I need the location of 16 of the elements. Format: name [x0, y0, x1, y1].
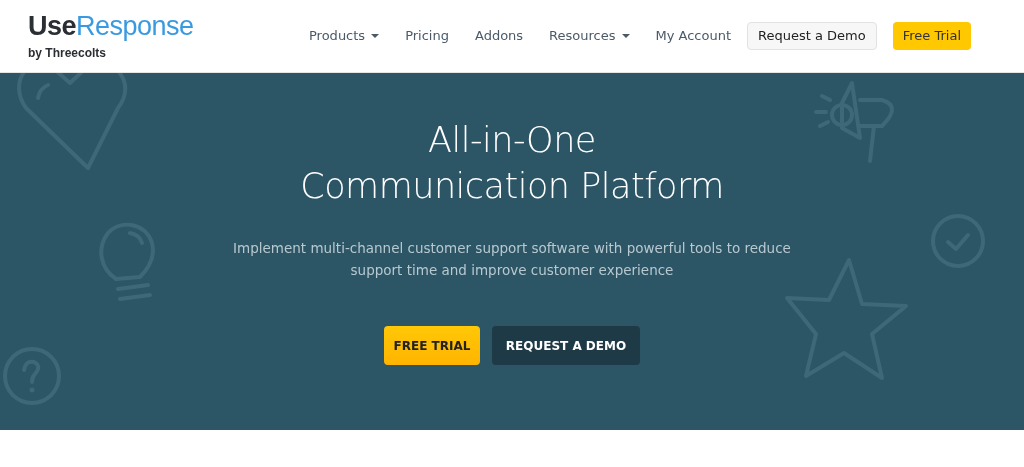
demo-button[interactable]: Request a Demo [747, 22, 877, 50]
nav-link[interactable]: Pricing [405, 26, 449, 46]
nav-link[interactable]: My Account [655, 26, 732, 46]
nav-link[interactable]: Products [309, 26, 380, 46]
caret-icon [621, 34, 630, 38]
hero-title: Communication Platform [300, 165, 724, 208]
hero-title: All-in-One [428, 119, 596, 162]
hero-subtitle: Implement multi-channel customer support software with powerful tools to reduce support time and improve customer experience [232, 239, 792, 280]
nav-link[interactable]: Addons [474, 26, 524, 46]
nav-link[interactable]: Resources [549, 26, 630, 46]
demo-button[interactable]: REQUEST A DEMO [492, 326, 640, 365]
free-trial-button[interactable]: Free Trial [892, 22, 971, 50]
logo-tagline: by Threecolts [28, 44, 108, 62]
free-trial-button[interactable]: FREE TRIAL [384, 326, 480, 365]
logo[interactable]: UseResponse [28, 10, 194, 41]
caret-icon [371, 34, 380, 38]
